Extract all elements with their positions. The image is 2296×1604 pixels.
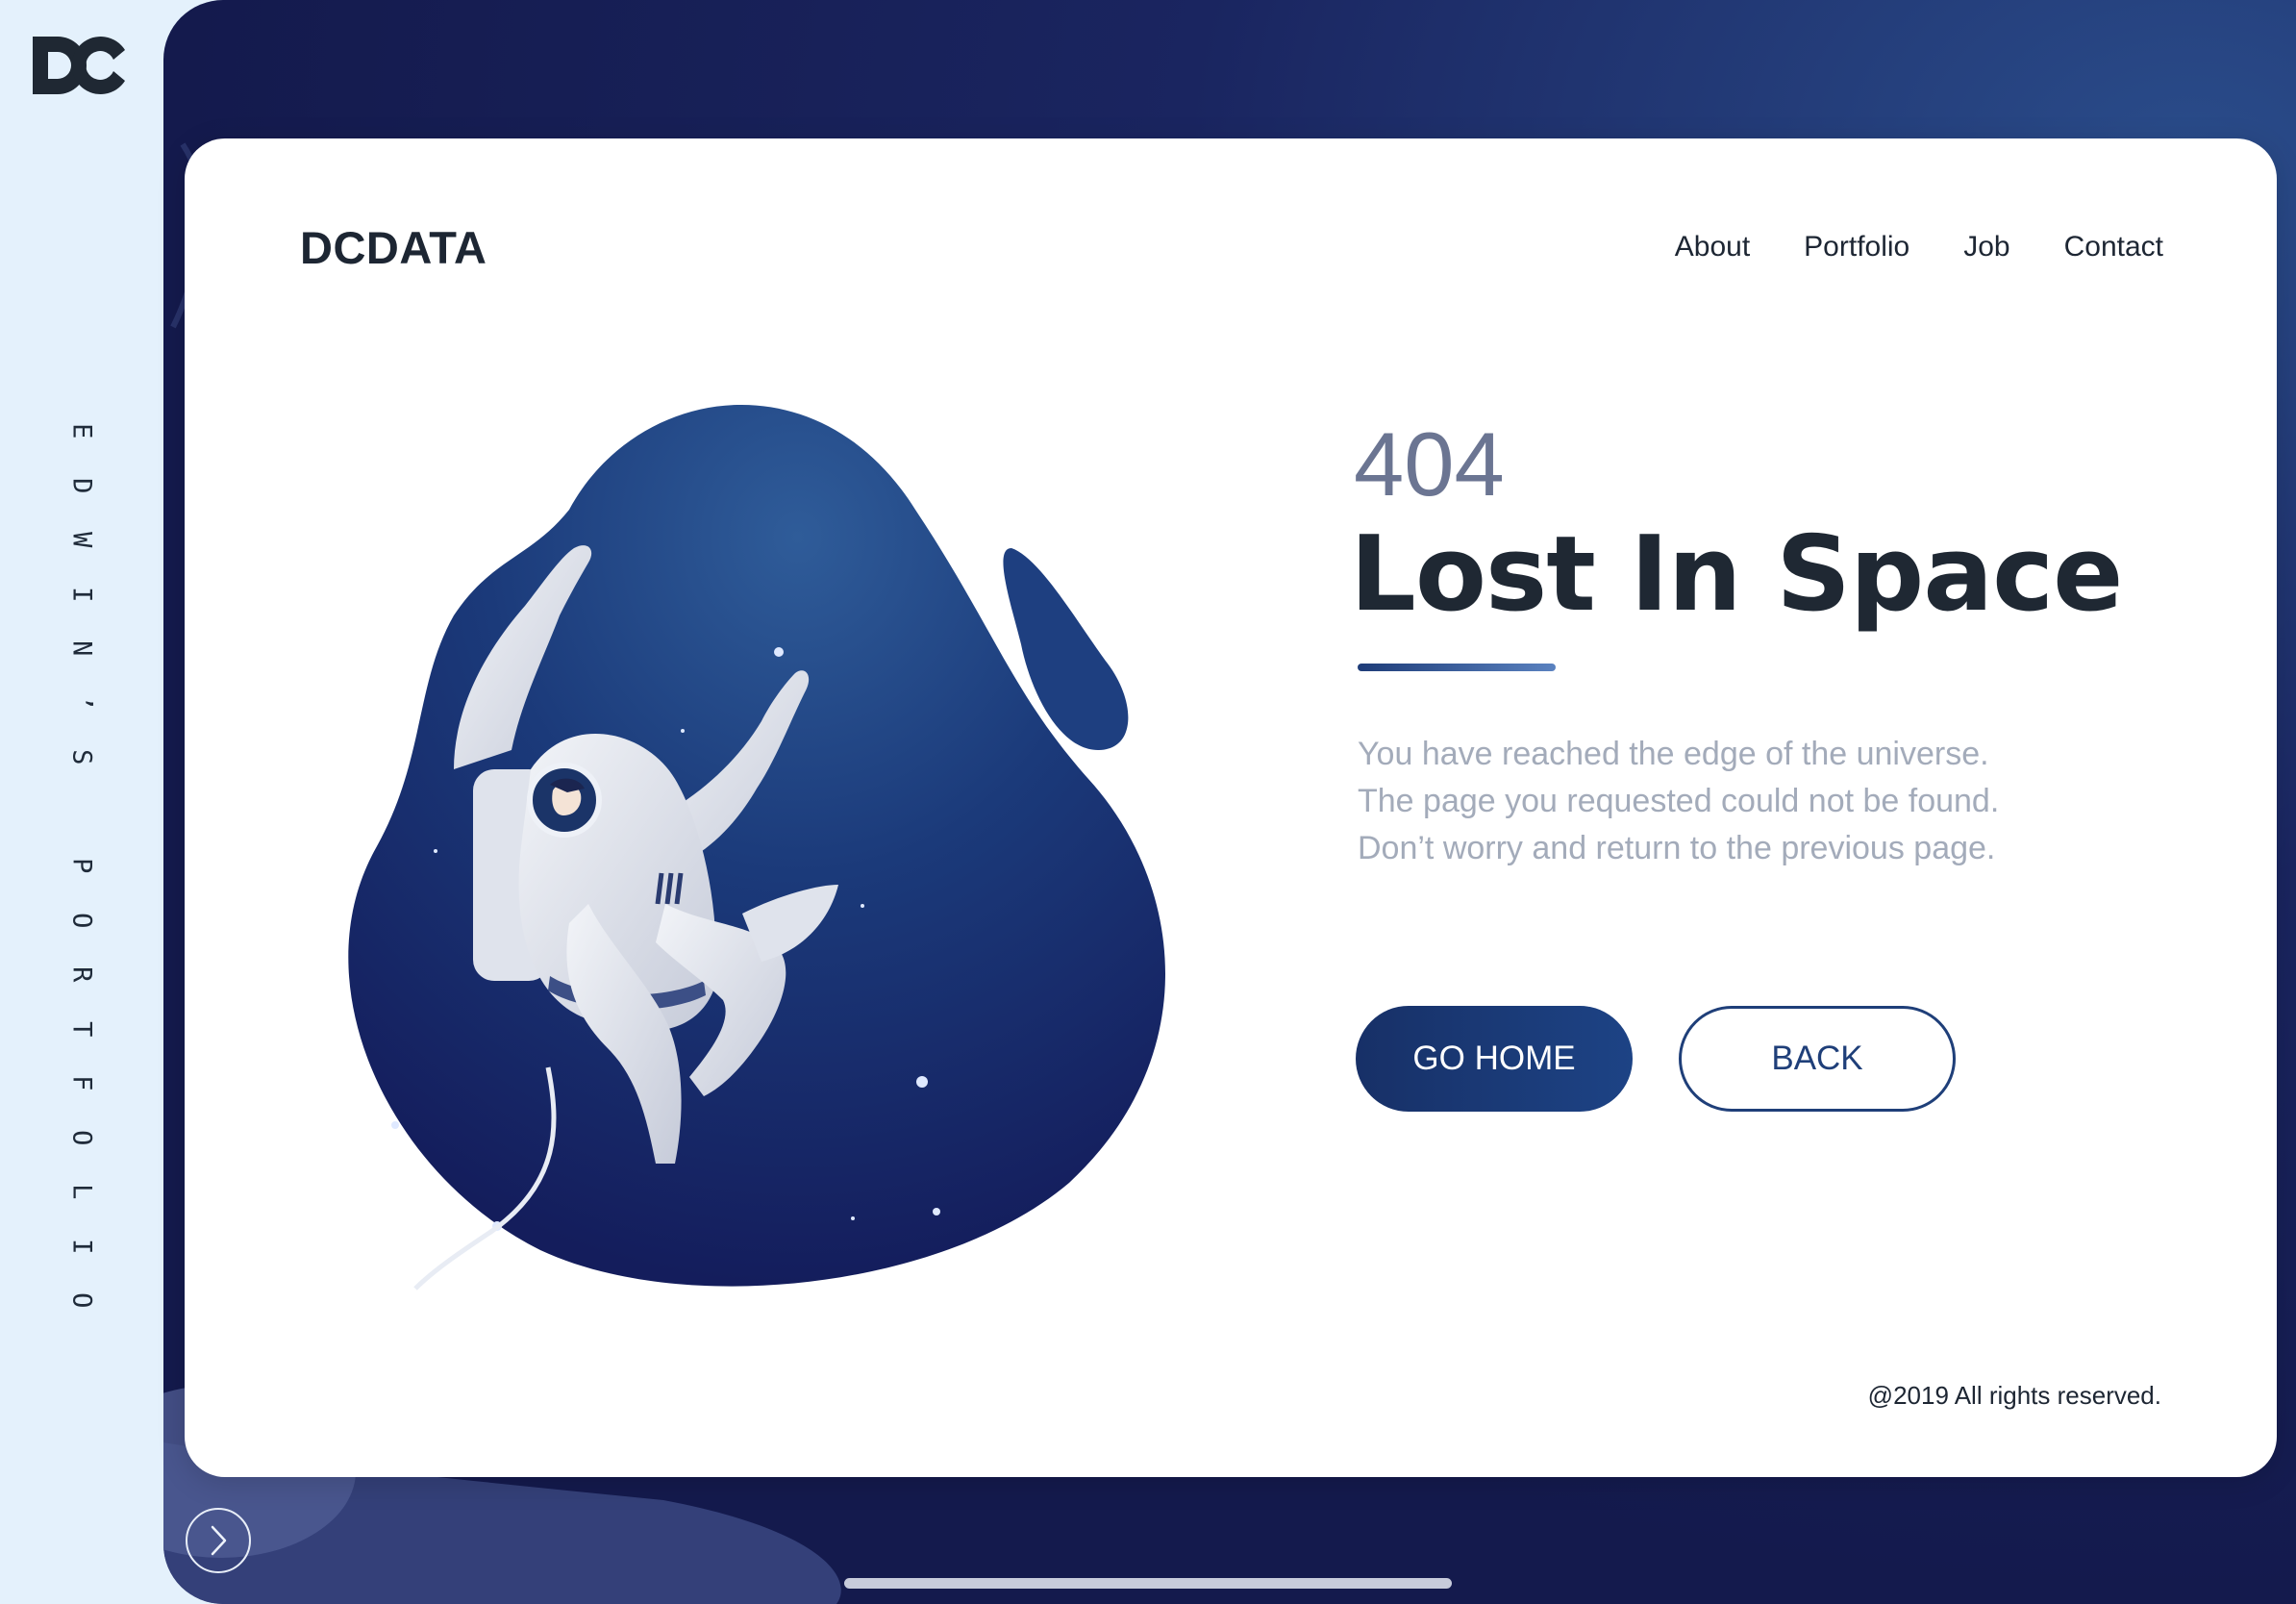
vertical-letter: S (66, 749, 97, 765)
vertical-letter (54, 804, 109, 819)
sidebar: E D W I N ’ S P O R T F O L I O (0, 0, 165, 1604)
copyright-footer: @2019 All rights reserved. (1867, 1381, 2161, 1410)
brand-logo[interactable]: DCDATA (300, 221, 487, 274)
main-nav: About Portfolio Job Contact (1675, 231, 2163, 263)
space-blob (348, 404, 1165, 1287)
vertical-letter: O (66, 1129, 97, 1145)
back-button[interactable]: BACK (1679, 1006, 1956, 1112)
error-card: DCDATA About Portfolio Job Contact 404 L… (185, 138, 2277, 1477)
home-indicator[interactable] (844, 1578, 1452, 1589)
message-line: The page you requested could not be foun… (1358, 783, 2000, 819)
vertical-letter: P (66, 858, 97, 874)
vertical-letter: F (66, 1075, 97, 1091)
go-home-button[interactable]: GO HOME (1356, 1006, 1633, 1112)
vertical-letter: O (66, 912, 97, 928)
chevron-right-icon (211, 1525, 227, 1556)
next-slide-button[interactable] (186, 1508, 251, 1573)
message-line: Don’t worry and return to the previous p… (1358, 830, 1996, 866)
vertical-letter: D (66, 477, 97, 493)
vertical-letter: ’ (66, 694, 97, 711)
vertical-letter: N (66, 640, 97, 657)
astronaut-illustration (348, 404, 1165, 1291)
nav-portfolio[interactable]: Portfolio (1804, 231, 1909, 263)
vertical-portfolio-label: E D W I N ’ S P O R T F O L I O (67, 404, 97, 1328)
vertical-letter: I (66, 586, 97, 602)
message-line: You have reached the edge of the univers… (1358, 736, 1989, 772)
dc-logo-icon[interactable] (29, 33, 131, 98)
headline-underline (1358, 664, 1556, 671)
nav-contact[interactable]: Contact (2064, 231, 2163, 263)
vertical-letter: R (66, 966, 97, 983)
nav-job[interactable]: Job (1963, 231, 2009, 263)
error-message: You have reached the edge of the univers… (1358, 731, 1999, 872)
error-headline: Lost In Space (1350, 514, 2123, 635)
vertical-letter: L (66, 1184, 97, 1200)
vertical-letter: I (66, 1238, 97, 1254)
error-code: 404 (1354, 414, 1505, 514)
nav-about[interactable]: About (1675, 231, 1750, 263)
vertical-letter: T (66, 1020, 97, 1037)
vertical-letter: W (66, 532, 97, 548)
vertical-letter: O (66, 1292, 97, 1309)
vertical-letter: E (66, 423, 97, 439)
